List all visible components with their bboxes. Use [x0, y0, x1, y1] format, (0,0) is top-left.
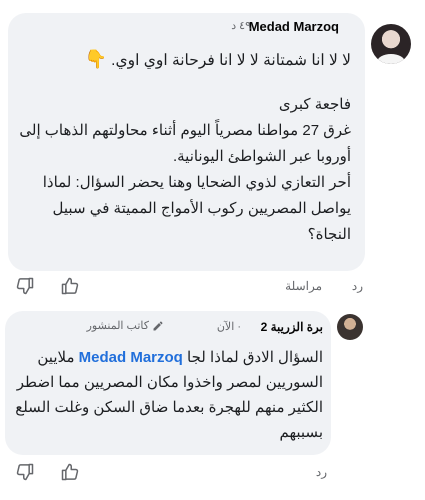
comment-paragraph: أحر التعازي لذوي الضحايا وهنا يحضر السؤا… [42, 174, 351, 243]
comment-first-line: لا لا انا شمتانة لا لا انا فرحانة اوي او… [21, 48, 351, 72]
comment-text: السؤال الادق لماذا لجا [187, 349, 323, 366]
comment-body: فاجعة كبرى غرق 27 مواطنا مصرياً اليوم أث… [19, 92, 351, 248]
mention-link[interactable]: Medad Marzoq [79, 349, 183, 366]
like-icon[interactable] [60, 276, 80, 296]
comment-time[interactable]: ٤٩ د [231, 19, 251, 32]
avatar[interactable] [371, 24, 411, 64]
author-badge-label: كاتب المنشور [86, 320, 149, 332]
comment-body: السؤال الادق لماذا لجا Medad Marzoq ملاي… [13, 345, 323, 445]
message-button[interactable]: مراسلة [285, 279, 322, 293]
author-badge: كاتب المنشور [87, 319, 164, 332]
pointing-down-hand-icon: 👇 [84, 49, 107, 69]
reaction-icon[interactable] [15, 462, 35, 482]
comment-paragraph: غرق 27 مواطنا مصرياً اليوم أثناء محاولته… [19, 122, 351, 165]
pencil-icon [152, 320, 164, 332]
avatar[interactable] [337, 314, 363, 340]
like-icon[interactable] [60, 462, 80, 482]
comment-first-line-text: لا لا انا شمتانة لا لا انا فرحانة اوي او… [111, 52, 351, 69]
reply-button[interactable]: رد [316, 465, 327, 479]
comment-time[interactable]: الآن · [217, 320, 241, 333]
reply-button[interactable]: رد [352, 279, 363, 293]
comment-author[interactable]: برة الزريبة 2 [261, 320, 323, 334]
reaction-icon[interactable] [15, 276, 35, 296]
comment-author[interactable]: Medad Marzoq [249, 19, 339, 34]
comment-paragraph: فاجعة كبرى [278, 96, 351, 113]
comment-time-text[interactable]: الآن [217, 321, 234, 333]
